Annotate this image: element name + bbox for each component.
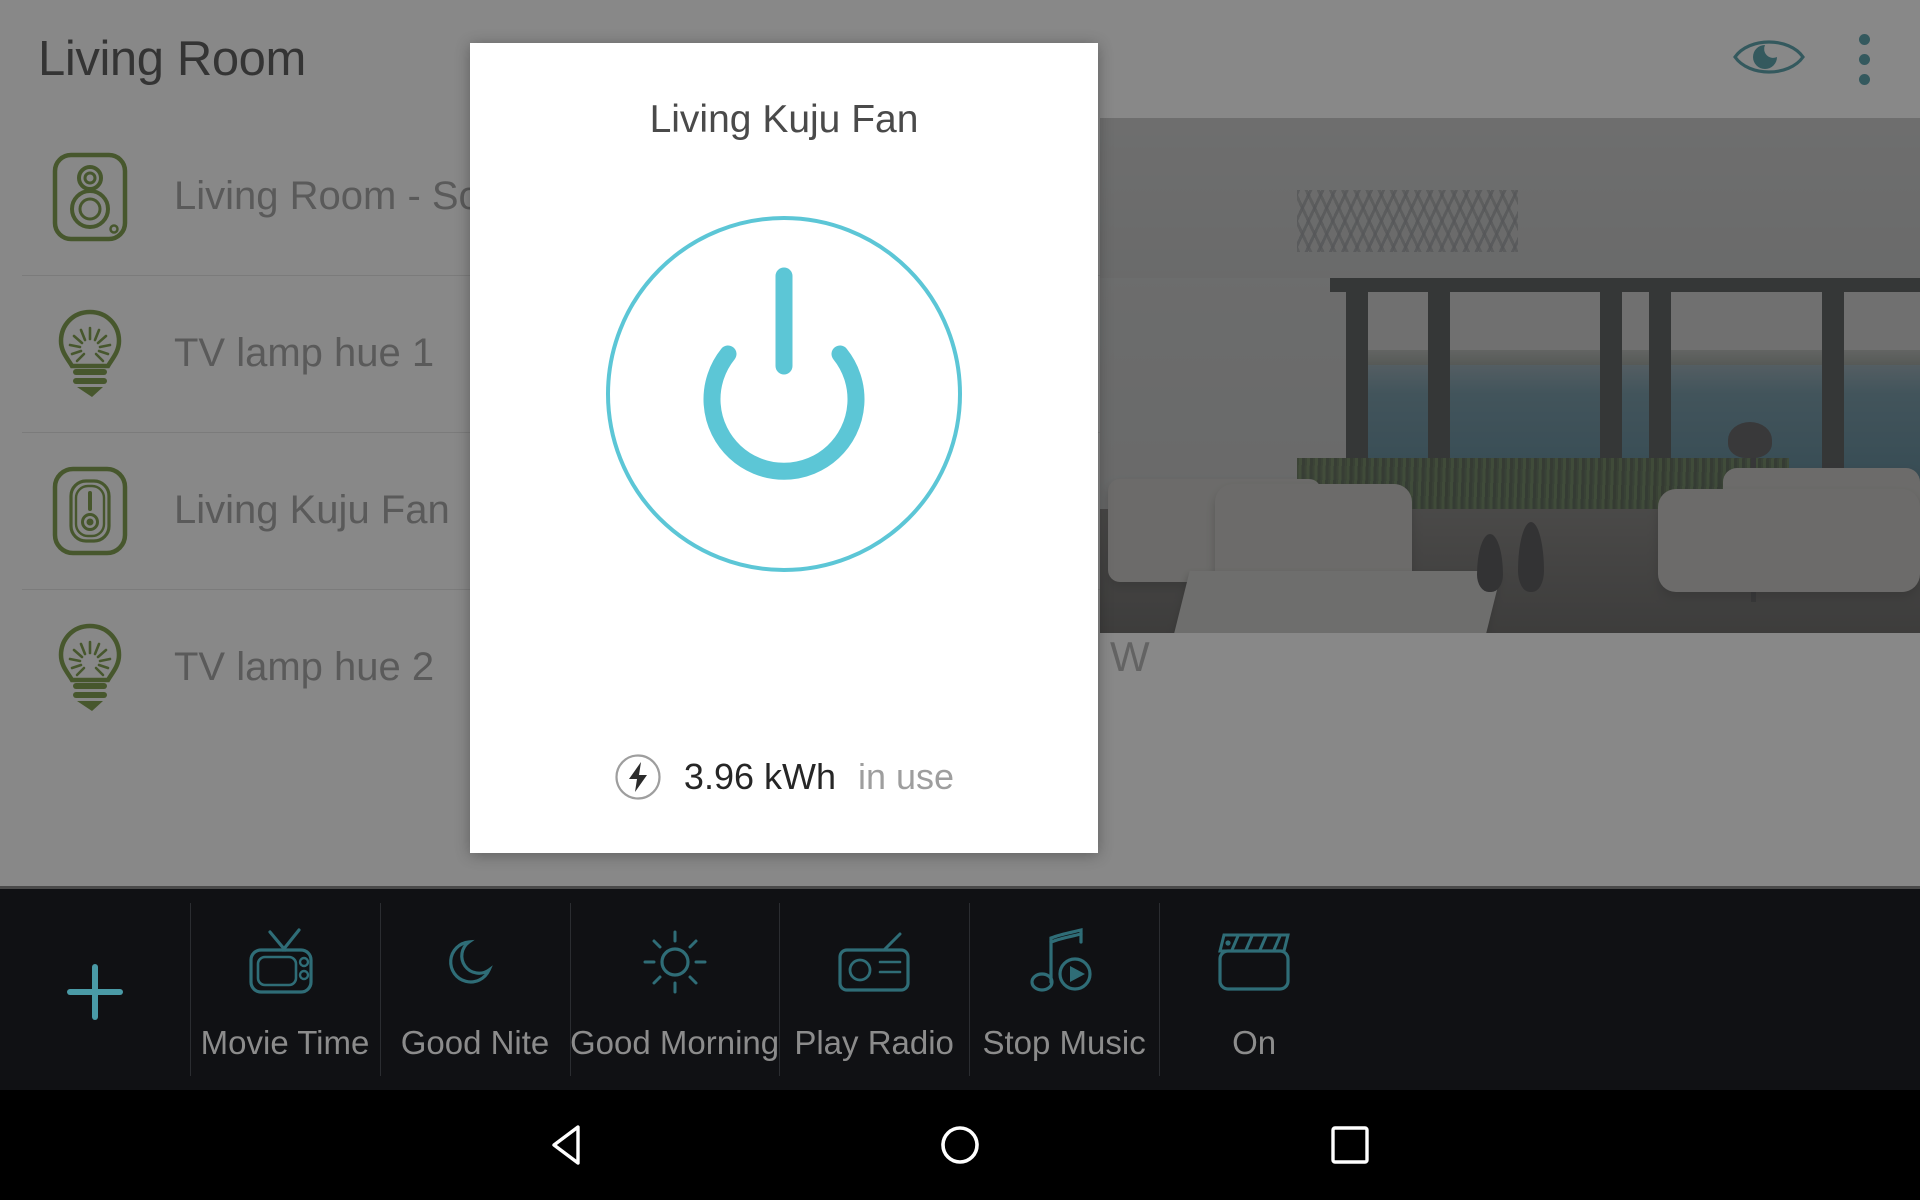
radio-icon — [834, 922, 914, 1002]
clapperboard-icon — [1214, 922, 1294, 1002]
home-button[interactable] — [915, 1100, 1005, 1190]
music-note-play-icon — [1025, 922, 1103, 1002]
scene-play-radio[interactable]: Play Radio — [779, 889, 969, 1090]
back-button[interactable] — [525, 1100, 615, 1190]
sun-icon — [639, 922, 711, 1002]
tv-icon — [245, 922, 325, 1002]
app-screen: Living Room — [0, 0, 1920, 1200]
scene-good-nite[interactable]: Good Nite — [380, 889, 570, 1090]
scene-movie-time[interactable]: Movie Time — [190, 889, 380, 1090]
scene-label: On — [1232, 1023, 1277, 1061]
moon-icon — [439, 922, 511, 1002]
energy-status: 3.96 kWh in use — [470, 753, 1098, 801]
scene-label: Good Morning — [570, 1023, 780, 1061]
energy-value: 3.96 kWh — [683, 756, 836, 797]
scene-label: Play Radio — [794, 1023, 954, 1061]
scene-bar: Movie Time Good Nite Good Morning Play R… — [0, 886, 1920, 1090]
dialog-title: Living Kuju Fan — [649, 98, 919, 141]
scene-label: Movie Time — [200, 1023, 370, 1061]
add-scene-button[interactable] — [0, 889, 190, 1090]
power-icon — [606, 216, 962, 572]
scene-label: Stop Music — [982, 1023, 1146, 1061]
lightning-bolt-icon — [615, 754, 661, 800]
android-navbar — [0, 1090, 1920, 1200]
scene-on[interactable]: On — [1159, 889, 1349, 1090]
scene-good-morning[interactable]: Good Morning — [570, 889, 779, 1090]
scene-stop-music[interactable]: Stop Music — [969, 889, 1159, 1090]
power-toggle-button[interactable] — [604, 214, 964, 574]
recents-button[interactable] — [1305, 1100, 1395, 1190]
device-detail-dialog: Living Kuju Fan 3.96 kWh in use — [470, 43, 1098, 853]
plus-icon — [58, 955, 132, 1029]
scene-label: Good Nite — [400, 1023, 550, 1061]
energy-state: in use — [858, 756, 955, 797]
